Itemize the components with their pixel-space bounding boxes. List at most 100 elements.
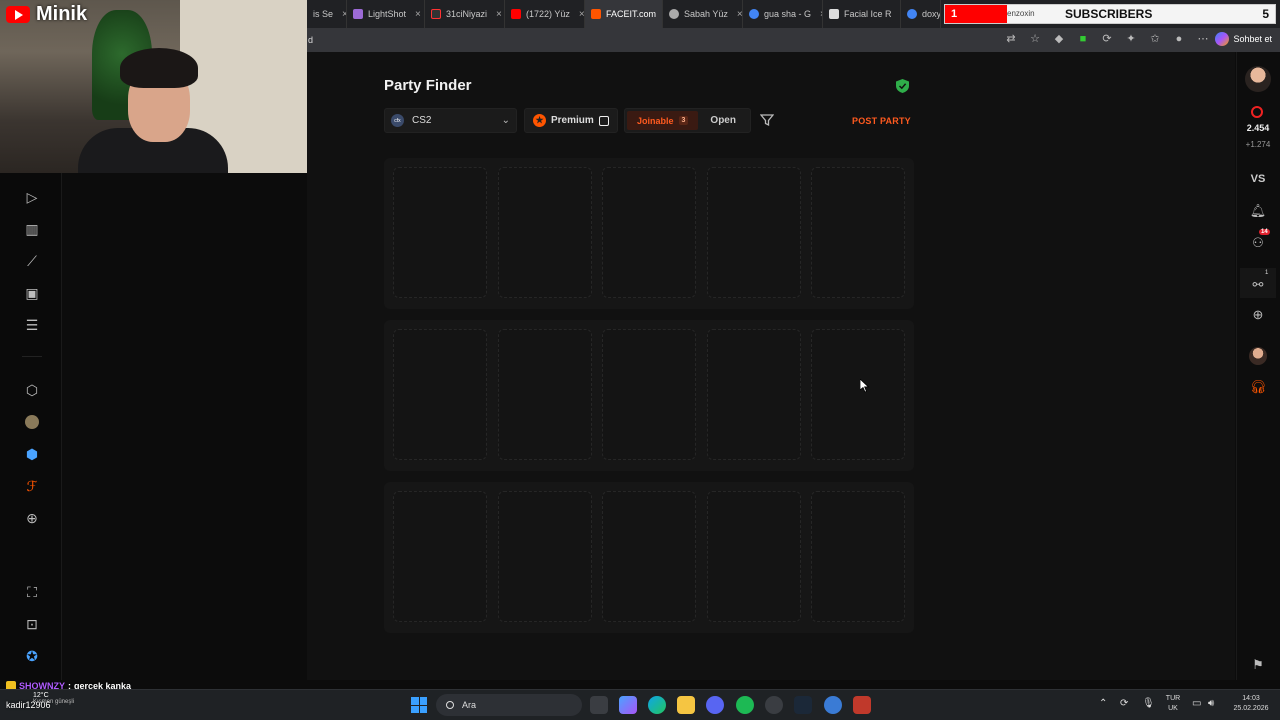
stats-icon[interactable]: ⟋: [22, 251, 42, 271]
party-slot[interactable]: [602, 167, 696, 298]
post-party-button[interactable]: POST PARTY: [852, 116, 911, 126]
list-icon[interactable]: ☰: [22, 315, 42, 335]
edge-icon[interactable]: [648, 696, 666, 714]
refresh-icon[interactable]: ⟳: [1100, 32, 1114, 46]
browser-tab[interactable]: (1722) Yüz ×: [505, 0, 585, 28]
browser-tab[interactable]: Facial Ice R×: [823, 0, 901, 28]
extension-icon[interactable]: ◆: [1052, 32, 1066, 46]
profile-icon[interactable]: ●: [1172, 32, 1186, 46]
browser-tab[interactable]: doxyc: [901, 0, 941, 28]
chat-icon[interactable]: ⚑: [1250, 657, 1266, 673]
steam-icon[interactable]: [794, 696, 812, 714]
friends-icon[interactable]: ⚇: [1250, 235, 1266, 251]
bell-icon[interactable]: 🔔︎: [1250, 203, 1267, 219]
leaderboard-icon[interactable]: ▥: [22, 219, 42, 239]
chevron-down-icon: ⌄: [501, 115, 510, 126]
tab-joinable[interactable]: Joinable 3: [627, 111, 699, 130]
input-language[interactable]: TUR UK: [1162, 694, 1184, 714]
premium-star-icon[interactable]: ✪: [22, 646, 42, 666]
close-icon[interactable]: ×: [496, 9, 502, 20]
extension-icon[interactable]: ■: [1076, 32, 1090, 46]
spotify-icon[interactable]: [736, 696, 754, 714]
party-slot[interactable]: [811, 167, 905, 298]
party-icon[interactable]: ⚯: [1250, 277, 1266, 293]
shop-icon[interactable]: ⊡: [22, 614, 42, 634]
volume-icon[interactable]: 🔊︎: [1208, 698, 1214, 709]
party-slot[interactable]: [602, 491, 696, 622]
versus-button[interactable]: VS: [1240, 173, 1276, 185]
browser-tab-active[interactable]: FACEIT.com×: [585, 0, 663, 28]
fullscreen-icon[interactable]: ⛶: [22, 582, 42, 602]
taskbar-search[interactable]: Ara: [436, 694, 582, 716]
browser-tab[interactable]: LightShot ×: [347, 0, 425, 28]
party-slot[interactable]: [393, 329, 487, 460]
task-view-icon[interactable]: [590, 696, 608, 714]
video-icon[interactable]: ▣: [22, 283, 42, 303]
party-slot[interactable]: [707, 167, 801, 298]
party-slot[interactable]: [811, 329, 905, 460]
windows-start-icon[interactable]: [411, 697, 427, 713]
copilot-chat-button[interactable]: Sohbet et: [1215, 32, 1272, 46]
copilot-icon[interactable]: [619, 696, 637, 714]
display-icon[interactable]: ▭: [1192, 698, 1201, 709]
fnatic-icon[interactable]: ℱ: [22, 476, 42, 496]
party-slot[interactable]: [393, 491, 487, 622]
sidebar-divider: [22, 356, 42, 357]
party-slot[interactable]: [498, 491, 592, 622]
more-icon[interactable]: ⋯: [1196, 32, 1210, 46]
close-icon[interactable]: ×: [579, 9, 584, 20]
microphone-icon[interactable]: 🎙︎: [1142, 698, 1155, 709]
browser-tab[interactable]: gua sha - G×: [743, 0, 823, 28]
party-slot[interactable]: [707, 491, 801, 622]
party-slot[interactable]: [498, 329, 592, 460]
joinable-count-badge: 3: [678, 116, 689, 125]
tab-open[interactable]: Open: [700, 115, 746, 126]
add-circle-icon[interactable]: ⊕: [22, 508, 42, 528]
url-field[interactable]: d: [308, 35, 313, 45]
hub-icon[interactable]: ⬡: [22, 380, 42, 400]
filter-icon[interactable]: [760, 113, 774, 127]
discord-icon[interactable]: [706, 696, 724, 714]
translate-icon[interactable]: ⇄: [1004, 32, 1018, 46]
close-icon[interactable]: ×: [415, 9, 421, 20]
star-icon[interactable]: ☆: [1028, 32, 1042, 46]
verified-shield-icon[interactable]: [896, 79, 909, 93]
browser-tab[interactable]: is Se×: [307, 0, 347, 28]
screen: is Se× LightShot× 31ciNiyazi× (1722) Yüz…: [0, 0, 1280, 720]
play-icon[interactable]: ▷: [22, 187, 42, 207]
joinable-label: Joinable: [637, 115, 674, 126]
tab-label: gua sha - G: [764, 9, 812, 19]
browser-tab[interactable]: Sabah Yüz ×: [663, 0, 743, 28]
friend-avatar[interactable]: [1249, 347, 1267, 365]
premium-checkbox[interactable]: [599, 115, 609, 126]
browser-tab[interactable]: 31ciNiyazi ×: [425, 0, 505, 28]
user-avatar[interactable]: [1245, 66, 1271, 92]
party-slot[interactable]: [707, 329, 801, 460]
clock[interactable]: 14:03 25.02.2026: [1226, 694, 1276, 714]
faceit-icon: [591, 9, 601, 19]
party-slot[interactable]: [602, 329, 696, 460]
browser-app-icon[interactable]: [824, 696, 842, 714]
file-explorer-icon[interactable]: [677, 696, 695, 714]
club-shield-icon[interactable]: ⬢: [22, 444, 42, 464]
vpn-shield-icon[interactable]: [853, 696, 871, 714]
tray-app-icon[interactable]: ⟳: [1120, 698, 1128, 709]
party-slot[interactable]: [498, 167, 592, 298]
tray-overflow-icon[interactable]: ⌃: [1099, 698, 1107, 709]
subscriber-label: SUBSCRIBERS: [1065, 7, 1153, 21]
copilot-icon: [1215, 32, 1230, 46]
mouse-cursor-icon: [860, 379, 870, 393]
club-avatar-icon[interactable]: [22, 412, 42, 432]
puzzle-icon[interactable]: ✦: [1124, 32, 1138, 46]
weather-widget[interactable]: 12°C Kısmen güneşli: [33, 692, 74, 705]
add-circle-icon[interactable]: ⊕: [1250, 307, 1266, 323]
favorites-icon[interactable]: ✩: [1148, 32, 1162, 46]
close-icon[interactable]: ×: [737, 9, 742, 20]
game-selector[interactable]: cfx CS2 ⌄: [384, 108, 517, 133]
party-slot[interactable]: [811, 491, 905, 622]
search-icon: [446, 701, 454, 709]
settings-icon[interactable]: [765, 696, 783, 714]
headset-icon[interactable]: 🎧︎: [1250, 379, 1267, 395]
premium-filter-toggle[interactable]: ★ Premium: [524, 108, 618, 133]
party-slot[interactable]: [393, 167, 487, 298]
